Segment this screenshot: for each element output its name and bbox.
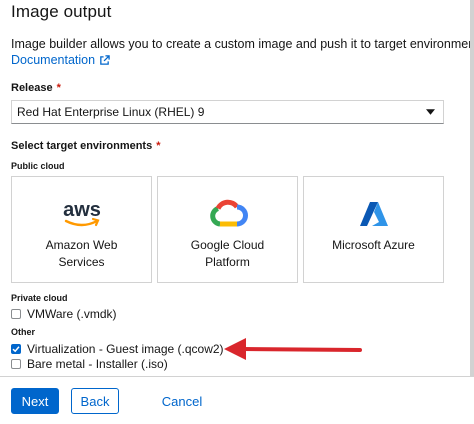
page-title: Image output [11, 2, 112, 21]
bare-metal-checkbox[interactable] [11, 359, 21, 369]
vmware-option[interactable]: VMWare (.vmdk) [11, 307, 117, 321]
next-button[interactable]: Next [11, 388, 59, 414]
cancel-button[interactable]: Cancel [160, 388, 204, 414]
external-link-icon [100, 54, 110, 65]
required-marker: * [56, 82, 61, 94]
target-tile-gcp[interactable]: Google Cloud Platform [157, 176, 298, 283]
target-tile-azure[interactable]: Microsoft Azure [303, 176, 444, 283]
vmware-checkbox[interactable] [11, 309, 21, 319]
scrollbar-edge[interactable] [470, 0, 474, 376]
checkmark-icon [12, 346, 20, 353]
azure-logo-icon [359, 197, 389, 231]
tile-label: Google Cloud Platform [190, 238, 265, 269]
private-cloud-label: Private cloud [11, 293, 68, 303]
bare-metal-option[interactable]: Bare metal - Installer (.iso) [11, 357, 168, 371]
google-cloud-logo-icon [208, 197, 248, 231]
virtualization-option-label: Virtualization - Guest image (.qcow2) [27, 342, 224, 356]
release-select[interactable]: Red Hat Enterprise Linux (RHEL) 9 [11, 100, 444, 124]
target-environments-label: Select target environments * [11, 140, 161, 152]
release-select-value: Red Hat Enterprise Linux (RHEL) 9 [17, 105, 205, 119]
other-label: Other [11, 327, 36, 337]
required-marker: * [156, 140, 161, 152]
bare-metal-option-label: Bare metal - Installer (.iso) [27, 357, 168, 371]
wizard-step-panel: Image output Image builder allows you to… [0, 0, 470, 376]
virtualization-checkbox[interactable] [11, 344, 21, 354]
wizard-footer: Next Back Cancel [0, 376, 474, 424]
back-button[interactable]: Back [71, 388, 119, 414]
page-description: Image builder allows you to create a cus… [11, 37, 470, 51]
tile-label: Amazon Web Services [45, 238, 118, 269]
documentation-link-label: Documentation [11, 53, 96, 67]
virtualization-option[interactable]: Virtualization - Guest image (.qcow2) [11, 342, 224, 356]
tile-label: Microsoft Azure [332, 238, 415, 252]
aws-logo-text: aws [63, 199, 101, 221]
documentation-link[interactable]: Documentation [11, 52, 110, 68]
target-tile-aws[interactable]: aws Amazon Web Services [11, 176, 152, 283]
public-cloud-label: Public cloud [11, 161, 65, 171]
release-label: Release * [11, 82, 61, 94]
aws-logo-icon: aws [59, 197, 105, 231]
caret-down-icon [426, 109, 435, 115]
vmware-option-label: VMWare (.vmdk) [27, 307, 117, 321]
